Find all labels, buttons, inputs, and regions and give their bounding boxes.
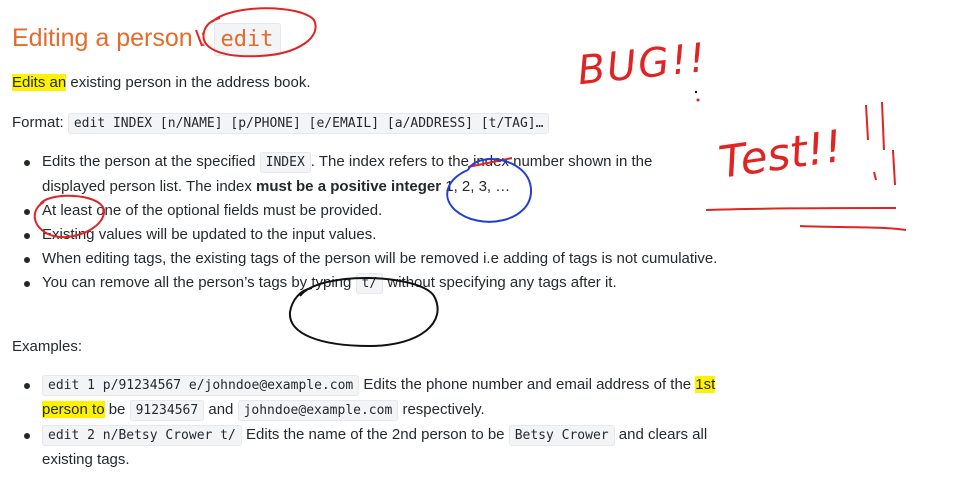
test-extra-strokes: [865, 101, 896, 186]
list-item: edit 1 p/91234567 e/johndoe@example.com …: [12, 373, 742, 423]
ink-dot: [696, 98, 700, 102]
format-label: Format:: [12, 114, 68, 131]
format-paragraph: Format: edit INDEX [n/NAME] [p/PHONE] [e…: [12, 111, 550, 136]
list-item: At least one of the optional fields must…: [12, 199, 742, 223]
heading-command-code: edit: [213, 23, 281, 56]
section-heading: Editing a person : edit: [12, 18, 281, 60]
example-code: edit 2 n/Betsy Crower t/: [42, 425, 242, 446]
red-underline-2: [799, 225, 907, 231]
email-code: johndoe@example.com: [237, 400, 399, 421]
examples-label: Examples:: [12, 338, 83, 355]
intro-highlight: Edits an: [12, 74, 67, 91]
intro-paragraph: Edits an existing person in the address …: [12, 71, 311, 95]
list-item: Existing values will be updated to the i…: [12, 223, 742, 247]
index-code: INDEX: [259, 152, 311, 173]
phone-code: 91234567: [129, 400, 205, 421]
format-code: edit INDEX [n/NAME] [p/PHONE] [e/EMAIL] …: [67, 113, 550, 134]
example-code: edit 1 p/91234567 e/johndoe@example.com: [42, 375, 360, 396]
list-item: edit 2 n/Betsy Crower t/ Edits the name …: [12, 423, 762, 472]
constraints-list: Edits the person at the specified INDEX.…: [12, 150, 742, 296]
name-code: Betsy Crower: [508, 425, 615, 446]
list-item: You can remove all the person’s tags by …: [12, 271, 742, 296]
tag-prefix-code: t/: [355, 273, 384, 294]
bold-text: must be a positive integer: [256, 178, 442, 195]
intro-text: existing person in the address book.: [66, 74, 311, 91]
bug-scribble: BUG!!: [576, 35, 710, 94]
list-item: Edits the person at the specified INDEX.…: [12, 150, 702, 199]
examples-list: edit 1 p/91234567 e/johndoe@example.com …: [12, 373, 762, 472]
list-item: When editing tags, the existing tags of …: [12, 247, 722, 271]
ink-dot: [694, 90, 698, 94]
heading-text: Editing a person :: [12, 24, 214, 52]
